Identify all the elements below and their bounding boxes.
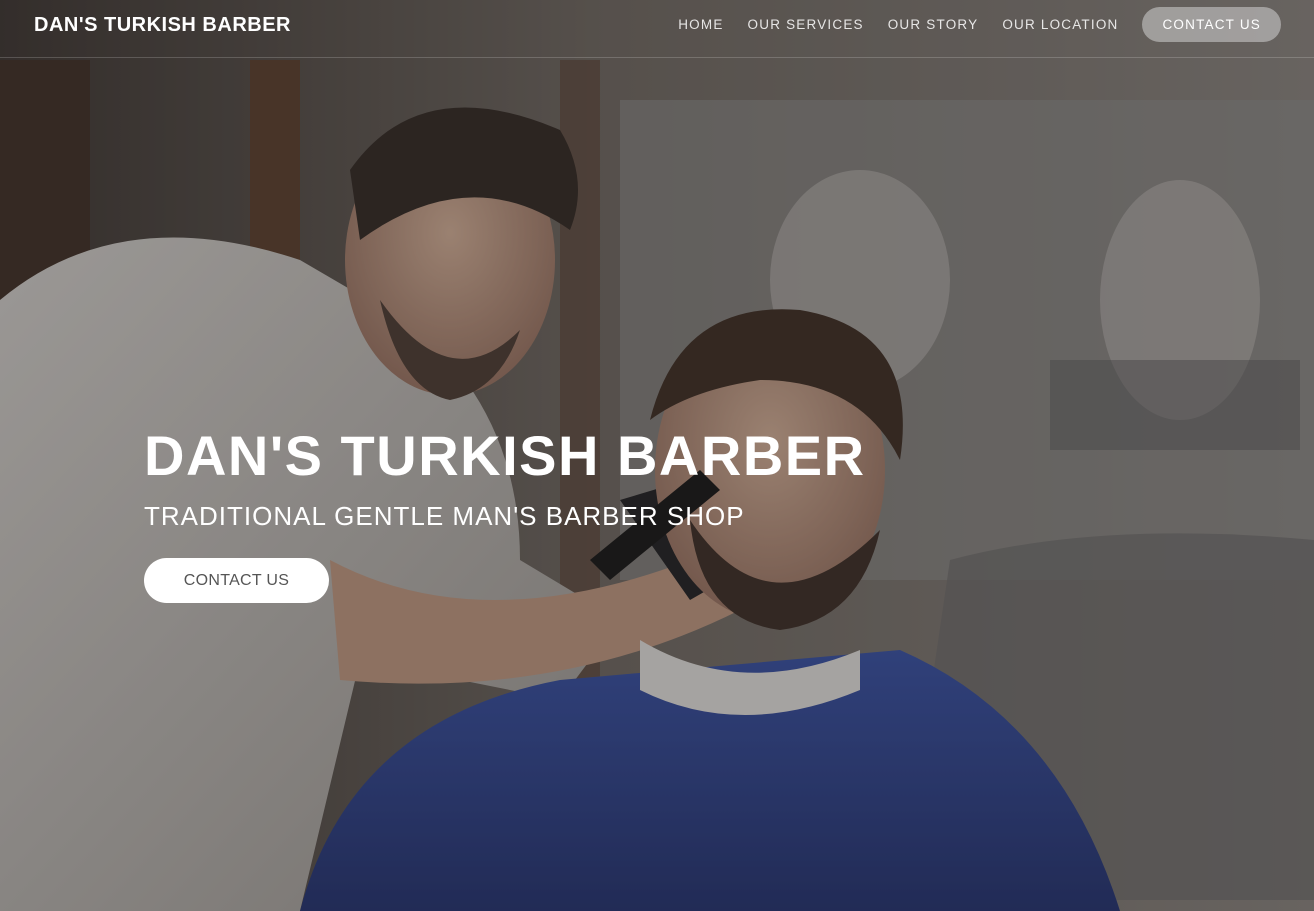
nav-link-our-services[interactable]: OUR SERVICES [748, 17, 864, 32]
nav-link-home[interactable]: HOME [678, 17, 723, 32]
nav-contact-button[interactable]: CONTACT US [1142, 7, 1281, 42]
navbar: DAN'S TURKISH BARBER HOME OUR SERVICES O… [0, 0, 1314, 58]
nav-links: HOME OUR SERVICES OUR STORY OUR LOCATION… [678, 7, 1281, 42]
nav-link-our-story[interactable]: OUR STORY [888, 17, 979, 32]
hero-subtitle: TRADITIONAL GENTLE MAN'S BARBER SHOP [144, 501, 745, 531]
hero-section: DAN'S TURKISH BARBER TRADITIONAL GENTLE … [0, 0, 1314, 911]
hero-content: DAN'S TURKISH BARBER TRADITIONAL GENTLE … [144, 425, 1044, 603]
nav-link-our-location[interactable]: OUR LOCATION [1002, 17, 1118, 32]
hero-contact-button[interactable]: CONTACT US [144, 558, 329, 603]
brand-logo-link[interactable]: DAN'S TURKISH BARBER [34, 14, 291, 37]
hero-title: DAN'S TURKISH BARBER [144, 424, 866, 487]
